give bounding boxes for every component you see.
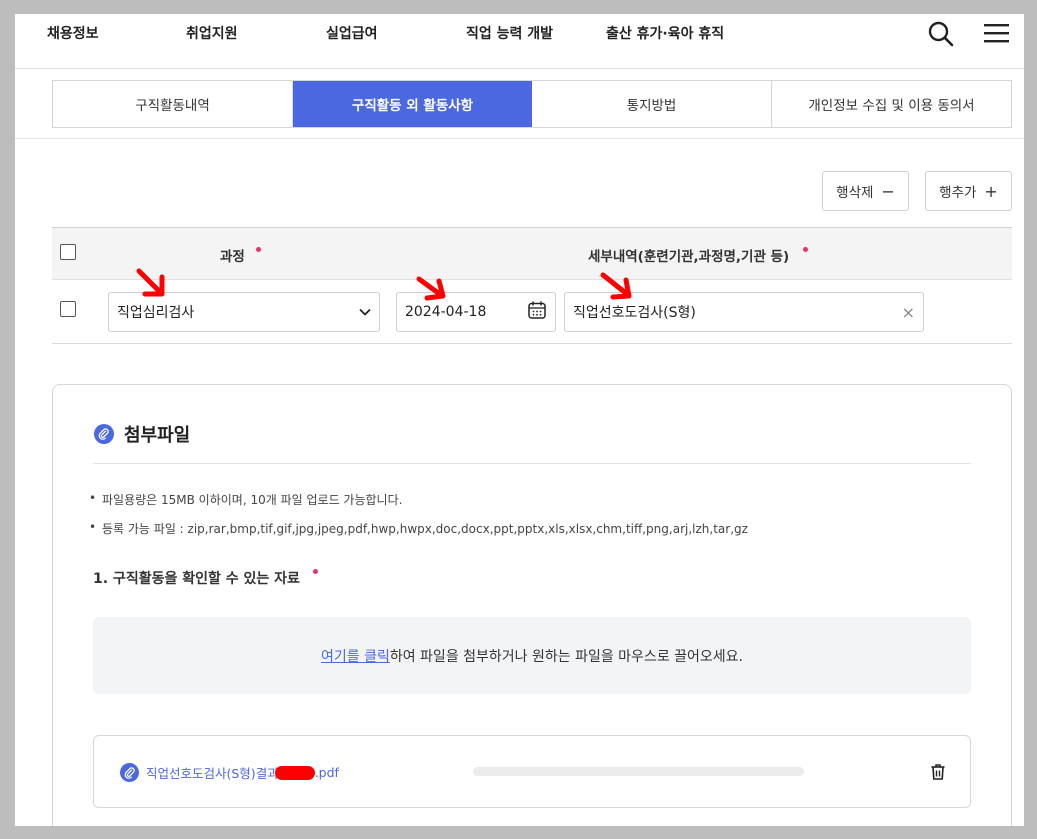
allowed-types-note: 등록 가능 파일 : zip,rar,bmp,tif,gif,jpg,jpeg,… <box>89 520 748 537</box>
uploaded-file-item: 직업선호도검사(S형)결과 .pdf <box>93 735 971 808</box>
attachment-title-text: 첨부파일 <box>124 425 191 446</box>
chevron-down-icon <box>359 304 371 320</box>
dropzone-instruction: 하여 파일을 첨부하거나 원하는 파일을 마우스로 끌어오세요. <box>389 648 743 665</box>
attachment-panel: 첨부파일 파일용량은 15MB 이하이며, 10개 파일 업로드 가능합니다. … <box>52 384 1012 826</box>
nav-item-employment-support[interactable]: 취업지원 <box>186 23 238 43</box>
nav-item-parental-leave[interactable]: 출산 휴가·육아 휴직 <box>606 23 724 43</box>
file-name[interactable]: 직업선호도검사(S형)결과 .pdf <box>120 763 339 782</box>
clear-icon[interactable]: × <box>902 303 915 322</box>
top-nav: 채용정보 취업지원 실업급여 직업 능력 개발 출산 휴가·육아 휴직 <box>15 14 1024 69</box>
delete-row-label: 행삭제 <box>836 185 874 201</box>
add-row-label: 행추가 <box>939 185 977 201</box>
trash-icon[interactable] <box>930 763 946 785</box>
file-size-note: 파일용량은 15MB 이하이며, 10개 파일 업로드 가능합니다. <box>89 491 402 508</box>
search-icon[interactable] <box>927 20 955 52</box>
column-header-details: 세부내역(훈련기관,과정명,기관 등) <box>588 249 790 265</box>
add-row-button[interactable]: 행추가 + <box>925 171 1012 211</box>
column-header-course: 과정 <box>220 249 245 265</box>
select-all-checkbox[interactable] <box>60 244 76 260</box>
nav-item-jobs[interactable]: 채용정보 <box>47 23 99 43</box>
minus-icon: − <box>881 181 895 201</box>
tab-privacy-consent[interactable]: 개인정보 수집 및 이용 동의서 <box>772 81 1011 127</box>
redaction-mark <box>274 765 315 780</box>
row-checkbox[interactable] <box>60 301 76 317</box>
required-mark <box>313 569 318 574</box>
file-name-suffix: .pdf <box>314 765 339 780</box>
nav-item-skills-development[interactable]: 직업 능력 개발 <box>466 23 553 43</box>
delete-row-button[interactable]: 행삭제 − <box>822 171 909 211</box>
click-here-link[interactable]: 여기를 클릭 <box>321 646 390 666</box>
tab-job-search-history[interactable]: 구직활동내역 <box>53 81 293 127</box>
tab-other-activities[interactable]: 구직활동 외 활동사항 <box>293 81 532 127</box>
file-name-prefix: 직업선호도검사(S형)결과 <box>146 766 279 781</box>
tab-bar: 구직활동내역 구직활동 외 활동사항 통지방법 개인정보 수집 및 이용 동의서 <box>52 80 1012 128</box>
tab-notification-method[interactable]: 통지방법 <box>532 81 772 127</box>
required-mark <box>256 247 261 252</box>
plus-icon: + <box>984 181 998 201</box>
red-arrow-annotation <box>136 268 165 297</box>
divider <box>15 138 1024 139</box>
upload-progress-bar <box>473 767 804 776</box>
required-mark <box>803 247 808 252</box>
section-label: 1. 구직활동을 확인할 수 있는 자료 <box>93 568 300 588</box>
nav-item-unemployment-benefits[interactable]: 실업급여 <box>326 23 378 43</box>
hamburger-menu-icon[interactable] <box>983 20 1010 50</box>
attachment-title: 첨부파일 <box>94 421 190 447</box>
table-row: 직업심리검사 2024-04-18 직업선호도검사(S형) × <box>52 280 1012 344</box>
paperclip-icon <box>120 763 139 782</box>
section-label-text: 1. 구직활동을 확인할 수 있는 자료 <box>93 571 300 587</box>
paperclip-icon <box>94 424 114 444</box>
red-arrow-annotation <box>600 272 632 300</box>
divider <box>93 463 971 464</box>
calendar-icon[interactable] <box>527 300 547 324</box>
page: 채용정보 취업지원 실업급여 직업 능력 개발 출산 휴가·육아 휴직 구직활동… <box>15 14 1024 826</box>
table-header: 과정 세부내역(훈련기관,과정명,기관 등) <box>52 227 1012 280</box>
red-arrow-annotation <box>416 276 446 301</box>
course-select-value: 직업심리검사 <box>117 305 195 321</box>
file-dropzone[interactable]: 여기를 클릭 하여 파일을 첨부하거나 원하는 파일을 마우스로 끌어오세요. <box>93 617 971 694</box>
detail-input-value: 직업선호도검사(S형) <box>573 305 696 321</box>
date-input-value: 2024-04-18 <box>405 304 487 320</box>
